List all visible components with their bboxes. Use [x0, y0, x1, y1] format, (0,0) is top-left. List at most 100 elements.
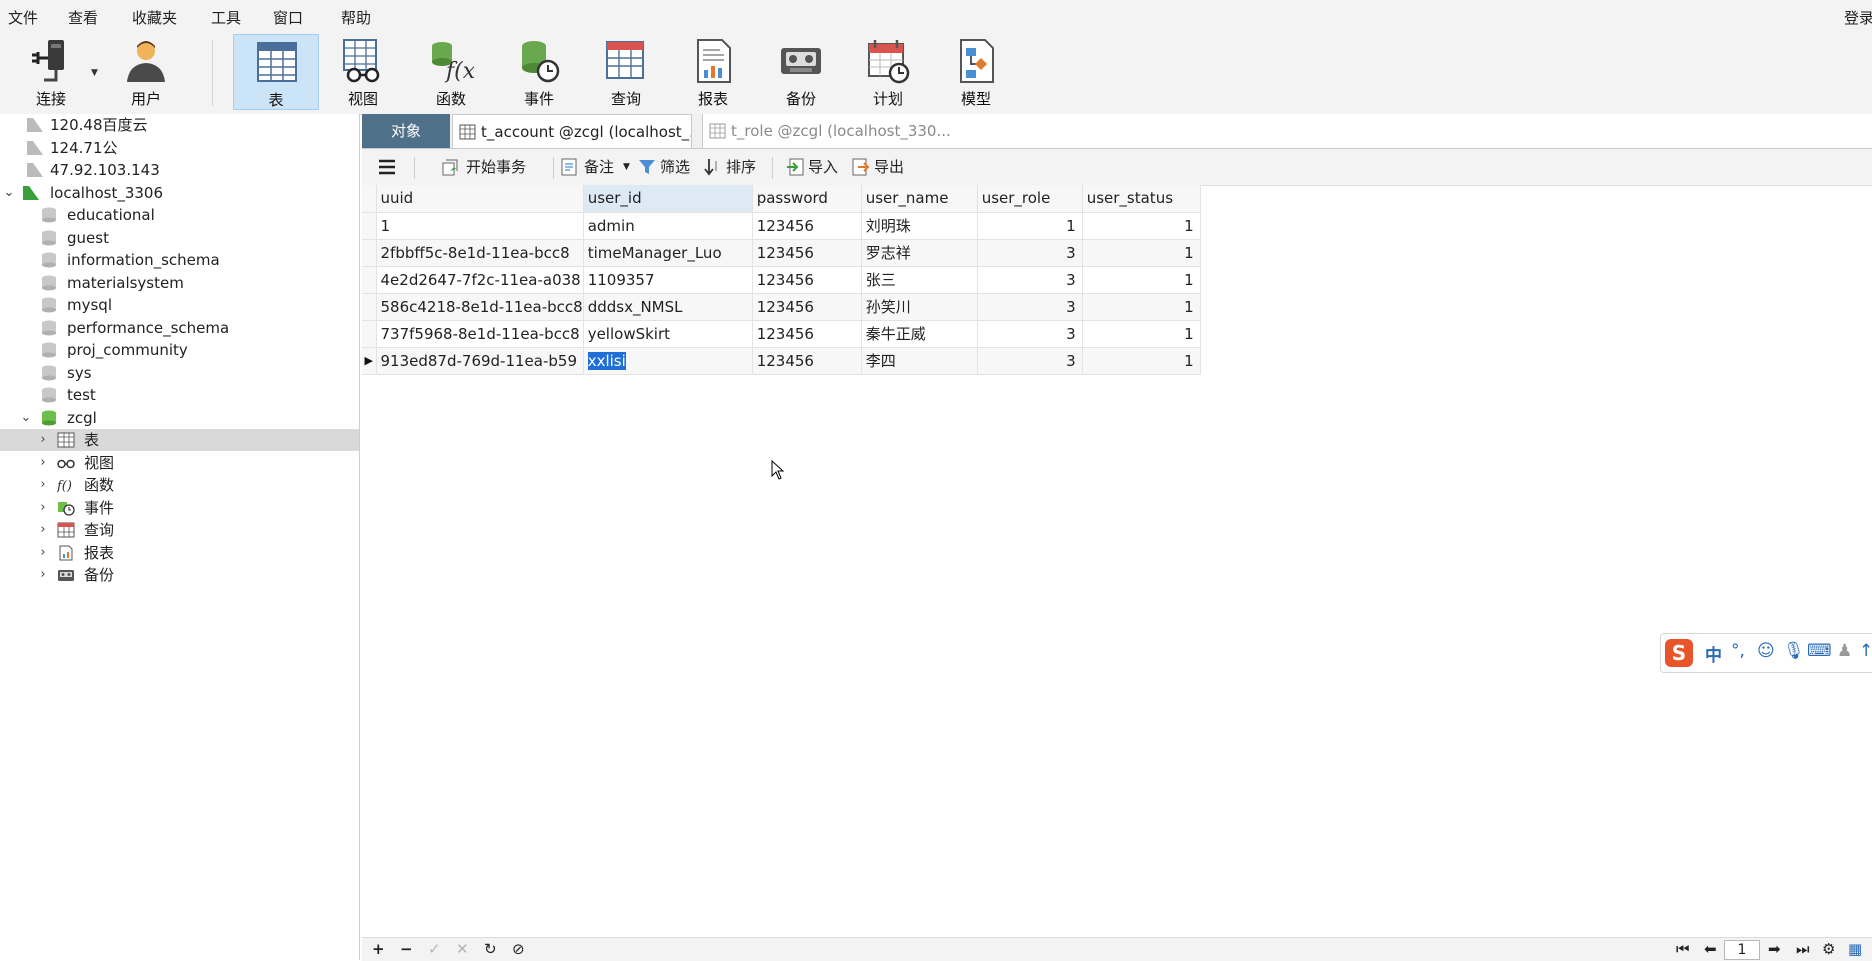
row-gutter[interactable]	[362, 239, 377, 267]
export-button[interactable]: 导出	[852, 149, 912, 185]
table-row[interactable]: 1 admin 123456 刘明珠 1 1	[362, 212, 1201, 240]
cell-uuid[interactable]: 913ed87d-769d-11ea-b59	[376, 347, 584, 375]
cell-user-name[interactable]: 罗志祥	[861, 239, 978, 267]
more-icon[interactable]: ↑	[1859, 641, 1872, 661]
cell-user-name[interactable]: 秦牛正威	[861, 320, 978, 348]
tree-database[interactable]: materialsystem	[0, 272, 359, 294]
collapse-arrow-icon[interactable]: ⌄	[19, 407, 33, 429]
cell-user-role[interactable]: 1	[977, 212, 1083, 240]
cell-password[interactable]: 123456	[752, 293, 862, 321]
settings-gear-icon[interactable]: ⚙	[1822, 940, 1835, 958]
current-row-marker-icon[interactable]: ▶	[362, 347, 377, 375]
menu-favorites[interactable]: 收藏夹	[132, 7, 177, 28]
cell-uuid[interactable]: 586c4218-8e1d-11ea-bcc8	[376, 293, 584, 321]
tab-t-account[interactable]: t_account @zcgl (localhost_...	[452, 114, 692, 148]
cell-password[interactable]: 123456	[752, 239, 862, 267]
tree-database[interactable]: information_schema	[0, 249, 359, 271]
column-header[interactable]: user_status	[1082, 185, 1201, 213]
grid-view-icon[interactable]: ▦	[1848, 940, 1862, 958]
event-button[interactable]: 事件	[496, 34, 582, 110]
cell-uuid[interactable]: 737f5968-8e1d-11ea-bcc8	[376, 320, 584, 348]
tree-object-backups[interactable]: › 备份	[0, 564, 359, 586]
table-row[interactable]: 2fbbff5c-8e1d-11ea-bcc8 timeManager_Luo …	[362, 239, 1201, 267]
tree-connection-localhost[interactable]: ⌄ localhost_3306	[0, 182, 359, 204]
refresh-icon[interactable]: ↻	[484, 940, 497, 958]
stop-icon[interactable]: ⊘	[512, 940, 525, 958]
page-number-input[interactable]: 1	[1724, 940, 1760, 960]
table-row[interactable]: 4e2d2647-7f2c-11ea-a038 1109357 123456 张…	[362, 266, 1201, 294]
cell-user-role[interactable]: 3	[977, 320, 1083, 348]
view-button[interactable]: 视图	[320, 34, 406, 110]
report-button[interactable]: 报表	[670, 34, 756, 110]
cell-user-role[interactable]: 3	[977, 239, 1083, 267]
backup-button[interactable]: 备份	[758, 34, 844, 110]
function-button[interactable]: f(x) 函数	[408, 34, 494, 110]
column-header[interactable]: password	[752, 185, 862, 213]
tree-database[interactable]: test	[0, 384, 359, 406]
cell-password[interactable]: 123456	[752, 320, 862, 348]
cell-user-name[interactable]: 李四	[861, 347, 978, 375]
tab-objects[interactable]: 对象	[362, 114, 450, 148]
schedule-button[interactable]: 计划	[845, 34, 931, 110]
tab-t-role[interactable]: t_role @zcgl (localhost_330...	[702, 114, 1872, 148]
begin-transaction-button[interactable]: 开始事务	[442, 149, 542, 185]
expand-arrow-icon[interactable]: ›	[36, 452, 50, 474]
apply-changes-icon[interactable]: ✓	[428, 940, 441, 958]
expand-arrow-icon[interactable]: ›	[36, 542, 50, 564]
column-header[interactable]: uuid	[376, 185, 584, 213]
cell-user-id[interactable]: 1109357	[583, 266, 753, 294]
ime-mode-toggle[interactable]: 中	[1705, 641, 1722, 666]
menu-tools[interactable]: 工具	[211, 7, 241, 28]
tree-object-tables[interactable]: › 表	[0, 429, 359, 451]
tree-database[interactable]: guest	[0, 227, 359, 249]
menu-view[interactable]: 查看	[68, 7, 98, 28]
tree-connection[interactable]: 47.92.103.143	[0, 159, 359, 181]
login-link[interactable]: 登录	[1844, 7, 1872, 28]
expand-arrow-icon[interactable]: ›	[36, 474, 50, 496]
column-header[interactable]: user_role	[977, 185, 1083, 213]
discard-changes-icon[interactable]: ✕	[456, 940, 469, 958]
cell-password[interactable]: 123456	[752, 266, 862, 294]
collapse-arrow-icon[interactable]: ⌄	[2, 182, 16, 204]
delete-record-icon[interactable]: −	[400, 940, 413, 958]
model-button[interactable]: 模型	[933, 34, 1019, 110]
expand-arrow-icon[interactable]: ›	[36, 519, 50, 541]
connect-button[interactable]: 连接	[8, 34, 94, 110]
cell-uuid[interactable]: 1	[376, 212, 584, 240]
note-dropdown-icon[interactable]: ▼	[623, 149, 630, 185]
cell-user-role[interactable]: 3	[977, 266, 1083, 294]
query-button[interactable]: 查询	[583, 34, 669, 110]
row-gutter[interactable]	[362, 212, 377, 240]
prev-page-icon[interactable]: ⬅	[1704, 940, 1717, 958]
cell-uuid[interactable]: 4e2d2647-7f2c-11ea-a038	[376, 266, 584, 294]
sogou-logo-icon[interactable]: S	[1665, 639, 1693, 667]
tree-object-functions[interactable]: › f() 函数	[0, 474, 359, 496]
selected-text[interactable]: xxlisi	[587, 351, 626, 370]
cell-user-name[interactable]: 刘明珠	[861, 212, 978, 240]
cell-user-status[interactable]: 1	[1082, 239, 1201, 267]
row-gutter[interactable]	[362, 320, 377, 348]
add-record-icon[interactable]: +	[372, 940, 385, 958]
cell-uuid[interactable]: 2fbbff5c-8e1d-11ea-bcc8	[376, 239, 584, 267]
cell-user-status[interactable]: 1	[1082, 293, 1201, 321]
keyboard-icon[interactable]: ⌨	[1807, 641, 1832, 661]
expand-arrow-icon[interactable]: ›	[36, 564, 50, 586]
column-header[interactable]: user_id	[583, 185, 753, 213]
cell-user-status[interactable]: 1	[1082, 320, 1201, 348]
table-button[interactable]: 表	[233, 34, 319, 110]
tree-object-views[interactable]: › 视图	[0, 452, 359, 474]
cell-user-status[interactable]: 1	[1082, 266, 1201, 294]
tree-database-zcgl[interactable]: ⌄ zcgl	[0, 407, 359, 429]
cell-user-id[interactable]: timeManager_Luo	[583, 239, 753, 267]
expand-arrow-icon[interactable]: ›	[36, 429, 50, 451]
expand-arrow-icon[interactable]: ›	[36, 497, 50, 519]
cell-user-role[interactable]: 3	[977, 347, 1083, 375]
import-button[interactable]: 导入	[786, 149, 846, 185]
skin-icon[interactable]: ♟	[1837, 641, 1852, 661]
tree-connection[interactable]: 124.71公	[0, 137, 359, 159]
tree-database[interactable]: mysql	[0, 294, 359, 316]
connect-dropdown-icon[interactable]: ▼	[91, 68, 98, 78]
tree-object-events[interactable]: › 事件	[0, 497, 359, 519]
menu-file[interactable]: 文件	[8, 7, 38, 28]
next-page-icon[interactable]: ➡	[1768, 940, 1781, 958]
